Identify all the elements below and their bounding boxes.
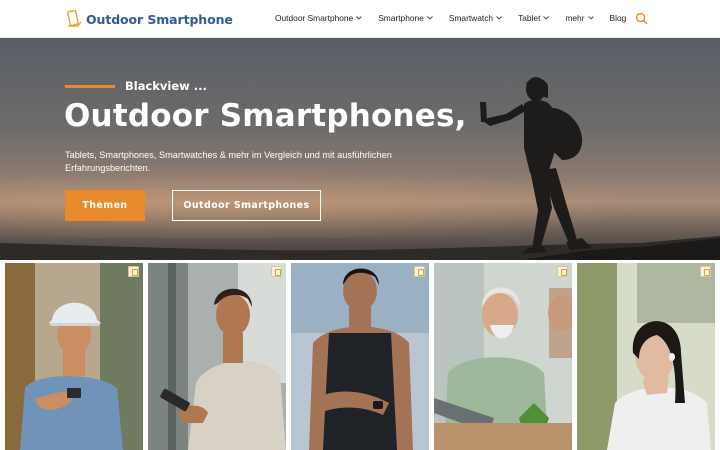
site-logo[interactable]: Outdoor Smartphone [66,10,233,28]
man-smartwatch-image [291,263,429,450]
nav-label: Smartphone [378,13,424,23]
hero-subtitle: Tablets, Smartphones, Smartwatches & meh… [65,150,392,173]
hero-accent-line [65,85,115,88]
man-phone-image [148,263,286,450]
photo-badge-icon [271,266,282,277]
photo-badge-icon [128,266,139,277]
phone-logo-icon [67,10,82,27]
nav-item-blog[interactable]: Blog [610,13,627,23]
nav-label: mehr [565,13,585,23]
gallery-photo-worker[interactable] [5,263,143,450]
nav-label: Blog [609,13,627,23]
hero-banner: Blackview ... Outdoor Smartphones, Table… [0,38,720,260]
nav-item-tablet[interactable]: Tablet [518,13,550,23]
hero-kicker: Blackview ... [125,79,207,93]
site-header: Outdoor Smartphone Outdoor Smartphone Sm… [0,0,720,38]
nav-item-outdoor-smartphone[interactable]: Outdoor Smartphone [275,13,363,23]
chevron-down-icon [356,16,363,20]
gallery-photo-tablet[interactable] [434,263,572,450]
chevron-down-icon [587,16,594,20]
nav-label: Outdoor Smartphone [275,13,354,23]
older-men-tablet-image [434,263,572,450]
logo-text: Outdoor Smartphone [86,11,233,27]
search-icon[interactable] [635,12,648,25]
photo-badge-icon [557,266,568,277]
chevron-down-icon [427,16,433,20]
photo-gallery [0,263,720,450]
photo-badge-icon [700,266,711,277]
gallery-photo-earbuds[interactable] [577,263,715,450]
worker-hardhat-image [5,263,143,450]
gallery-photo-smartwatch[interactable] [291,263,429,450]
nav-label: Tablet [518,13,541,23]
photo-badge-icon [414,266,425,277]
hero-title: Outdoor Smartphones, [64,98,467,134]
nav-item-mehr[interactable]: mehr [565,13,594,23]
gallery-photo-man-phone[interactable] [148,263,286,450]
main-nav: Outdoor Smartphone Smartphone Smartwatch… [275,13,642,23]
nav-label: Smartwatch [448,13,494,23]
chevron-down-icon [543,16,550,20]
outdoor-smartphones-button[interactable]: Outdoor Smartphones [172,190,321,221]
nav-item-smartwatch[interactable]: Smartwatch [449,13,502,23]
nav-item-smartphone[interactable]: Smartphone [378,13,433,23]
themen-button[interactable]: Themen [65,190,145,221]
woman-earbuds-image [577,263,715,450]
chevron-down-icon [496,16,502,20]
